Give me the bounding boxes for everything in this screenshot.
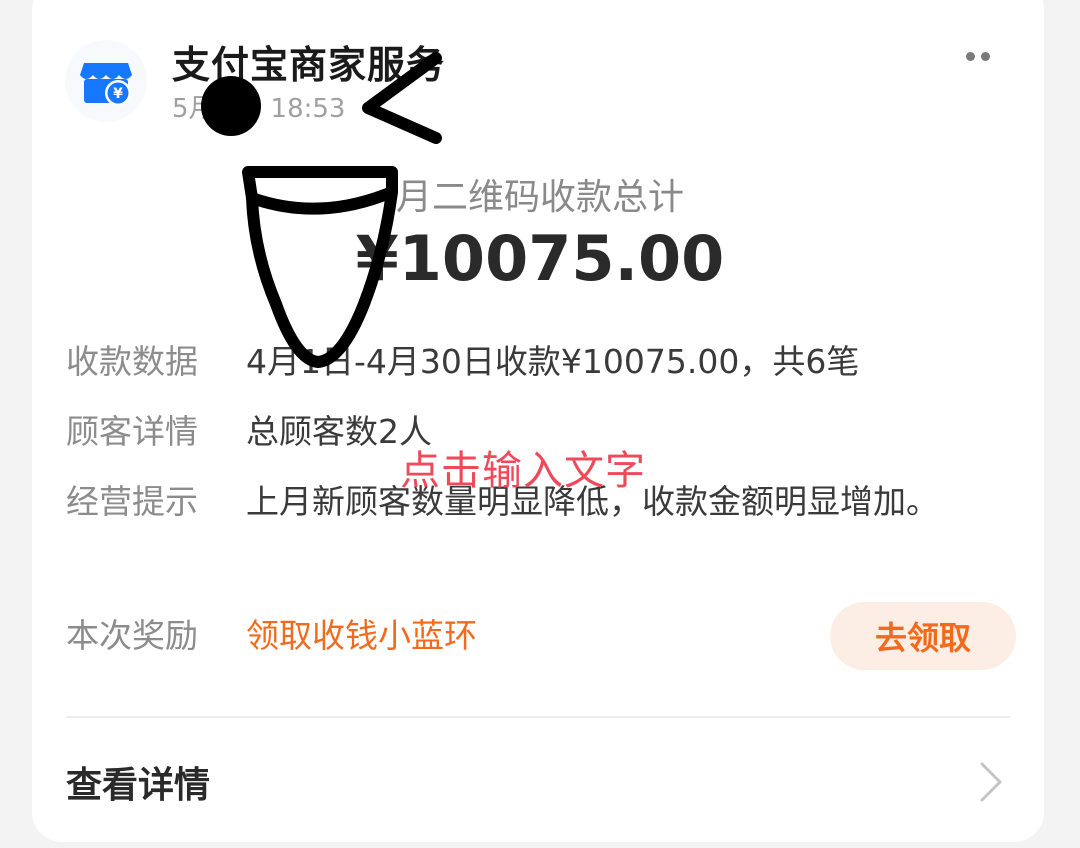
chevron-right-icon — [978, 760, 1004, 808]
claim-button[interactable]: 去领取 — [830, 602, 1016, 670]
view-details-row[interactable]: 查看详情 — [66, 752, 1010, 812]
time-date: 5月 — [172, 94, 215, 124]
row-key: 收款数据 — [66, 342, 198, 381]
overlay-text-prompt[interactable]: 点击输入文字 — [400, 438, 646, 496]
summary-amount: ¥10075.00 — [355, 222, 725, 295]
more-icon[interactable] — [958, 44, 998, 68]
row-key: 顾客详情 — [66, 412, 198, 451]
row-value: 4月1日-4月30日收款¥10075.00，共6笔 — [246, 342, 860, 381]
message-time: 5月 18:53 — [172, 88, 345, 125]
store-icon[interactable]: ¥ — [65, 40, 147, 122]
row-key: 经营提示 — [66, 482, 198, 521]
time-clock: 18:53 — [270, 94, 346, 124]
summary-label: 月二维码收款总计 — [395, 177, 684, 218]
row-key: 本次奖励 — [66, 616, 198, 655]
divider — [66, 716, 1010, 718]
app-title: 支付宝商家服务 — [172, 43, 446, 87]
view-details-label: 查看详情 — [66, 765, 211, 806]
svg-text:¥: ¥ — [113, 86, 123, 102]
